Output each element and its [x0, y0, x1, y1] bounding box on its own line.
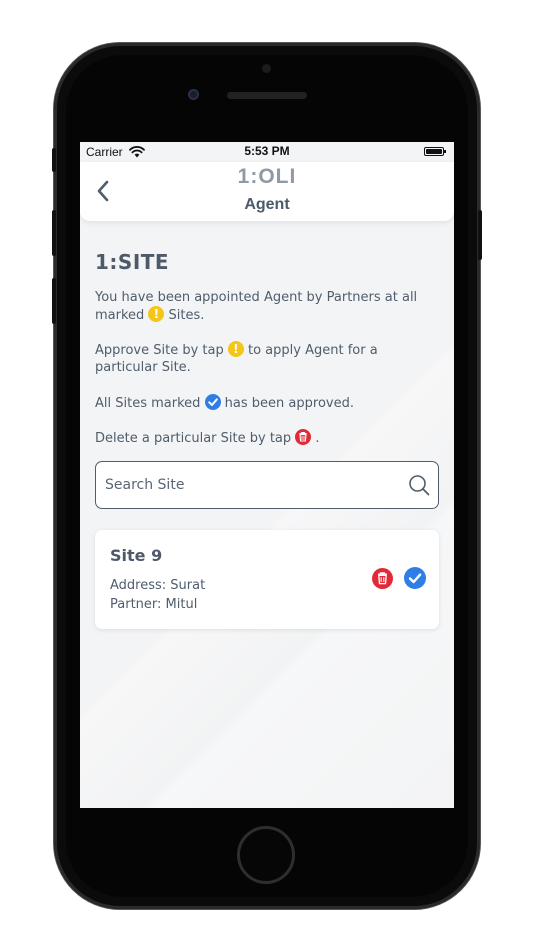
proximity-sensor	[262, 64, 271, 73]
status-time: 5:53 PM	[244, 144, 290, 158]
search-icon[interactable]	[408, 474, 430, 496]
info-text: has been approved.	[220, 396, 354, 411]
section-title: 1:SITE	[95, 250, 170, 274]
mute-switch	[52, 148, 56, 172]
front-camera	[188, 89, 199, 100]
info-text: Approve Site by tap	[95, 343, 228, 358]
info-text: You have been appointed Agent by Partner…	[95, 290, 418, 323]
app-logo: 1:OLI	[237, 165, 297, 188]
info-text: Sites.	[164, 308, 205, 323]
power-button	[478, 210, 482, 260]
check-icon	[204, 394, 221, 410]
info-text: All Sites marked	[95, 396, 205, 411]
volume-up-button	[52, 210, 56, 256]
info-delete: Delete a particular Site by tap .	[95, 429, 425, 447]
site-partner: Partner: Mitul	[110, 597, 198, 612]
page-title: Agent	[244, 196, 290, 213]
site-name: Site 9	[110, 546, 163, 565]
home-button[interactable]	[237, 826, 295, 884]
volume-down-button	[52, 278, 56, 324]
battery-icon	[424, 147, 446, 156]
info-approve: Approve Site by tap to apply Agent for a…	[95, 341, 425, 376]
status-bar: Carrier 5:53 PM	[80, 142, 454, 162]
warning-icon	[227, 341, 244, 357]
approve-site-button[interactable]	[404, 567, 426, 589]
info-assigned: You have been appointed Agent by Partner…	[95, 289, 425, 324]
info-text: .	[311, 431, 320, 446]
site-address: Address: Surat	[110, 578, 206, 593]
app-header: 1:OLI Agent	[80, 162, 454, 221]
trash-icon	[295, 429, 312, 445]
info-approved: All Sites marked has been approved.	[95, 394, 425, 412]
app-screen: Carrier 5:53 PM 1:OLI Agent 1:SITE You h…	[80, 142, 454, 808]
delete-site-button[interactable]	[372, 568, 393, 589]
check-icon	[408, 573, 422, 584]
info-text: Delete a particular Site by tap	[95, 431, 296, 446]
search-input[interactable]	[105, 474, 395, 496]
site-card[interactable]: Site 9 Address: Surat Partner: Mitul	[95, 530, 439, 629]
warning-icon	[148, 306, 165, 322]
search-field[interactable]	[95, 461, 439, 509]
earpiece-speaker	[227, 92, 307, 99]
trash-icon	[378, 572, 387, 585]
